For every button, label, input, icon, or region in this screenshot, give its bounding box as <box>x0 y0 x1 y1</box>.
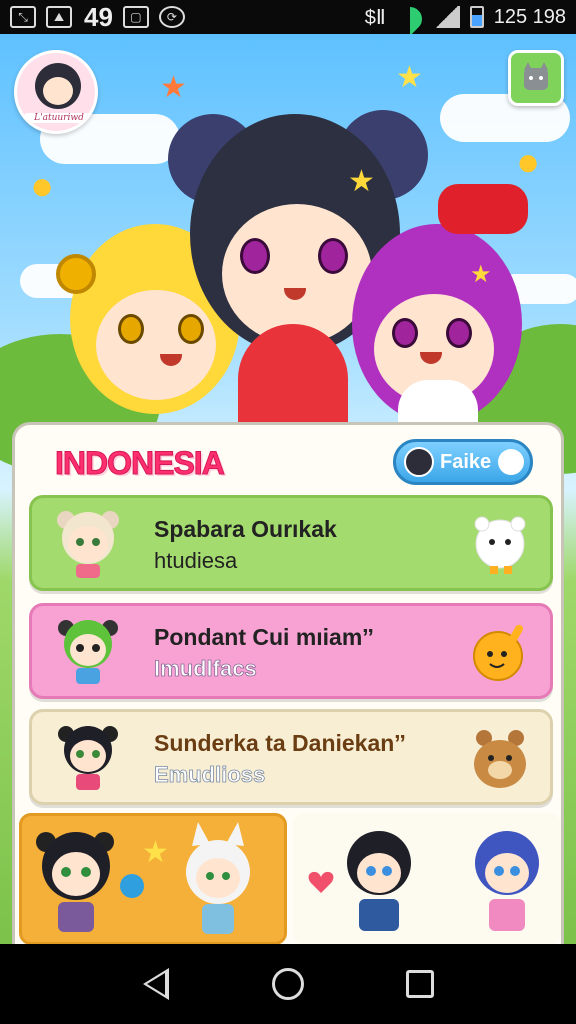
eye <box>318 238 348 274</box>
characters-group-left-icon: ★ <box>36 822 250 934</box>
back-triangle-icon <box>143 968 169 1000</box>
eye <box>178 314 204 344</box>
bear-mascot-icon <box>474 730 526 788</box>
pill-avatar-icon <box>404 447 434 477</box>
eye <box>392 318 418 348</box>
image-icon: ⛰ <box>46 6 72 28</box>
star-icon: ★ <box>396 61 423 94</box>
card-3-subtitle: Emudlioss <box>154 762 266 788</box>
characters-group-right-icon <box>308 831 539 931</box>
card-3-title: Sunderka ta Daniekanˮ <box>154 730 406 756</box>
notification-icon: ⤡ <box>10 6 36 28</box>
sync-icon: ⟳ <box>158 6 185 28</box>
orange-blob-mascot-icon <box>473 624 523 681</box>
app-screen: ★ ★ ● ● ★ ★ L'atuuriwd INDONESIA Faike S… <box>0 34 576 944</box>
signal-icon <box>433 6 460 28</box>
hair-star-icon: ★ <box>348 165 375 198</box>
sun-mascot-icon: ● <box>516 140 541 184</box>
card-2-title: Pondant Cui mıiamˮ <box>154 624 374 650</box>
status-bar: ⤡ ⛰ 49 ▢ ⟳ $Ⅱ 125 198 <box>0 0 576 34</box>
horn-ornament-icon <box>56 254 96 294</box>
card-1-title: Spabara Ourıkak <box>154 516 337 542</box>
hair-star-icon: ★ <box>470 261 492 288</box>
settings-mascot-button[interactable] <box>508 50 564 106</box>
center-face <box>222 204 372 344</box>
eye <box>446 318 472 348</box>
status-right-text: 125 198 <box>493 5 566 28</box>
menu-card-2[interactable]: Pondant Cui mıiamˮ Imudlfacs <box>29 603 553 699</box>
bear-girl-avatar-icon <box>57 511 119 578</box>
network-label: $Ⅱ <box>364 6 386 29</box>
navigation-bar <box>0 944 576 1024</box>
status-number: 49 <box>84 1 113 32</box>
back-button[interactable] <box>136 964 176 1004</box>
profile-avatar-button[interactable]: L'atuuriwd <box>14 50 98 134</box>
cat-mascot-icon <box>524 62 548 90</box>
red-bow-icon <box>438 184 528 234</box>
faike-button-label: Faike <box>440 450 492 473</box>
recents-button[interactable] <box>400 964 440 1004</box>
green-hair-avatar-icon <box>58 620 118 684</box>
wifi-icon <box>396 7 424 27</box>
faike-button[interactable]: Faike <box>393 439 533 485</box>
home-button[interactable] <box>268 964 308 1004</box>
panel-title: INDONESIA <box>55 445 226 482</box>
eye <box>118 314 144 344</box>
character-tile-right[interactable] <box>293 813 561 944</box>
home-circle-icon <box>272 968 304 1000</box>
black-hair-avatar-icon <box>58 726 118 790</box>
avatar-label: L'atuuriwd <box>23 113 95 123</box>
content-panel: INDONESIA Faike Spabara Ourıkak htudiesa <box>12 422 564 944</box>
eye <box>240 238 270 274</box>
card-2-subtitle: Imudlfacs <box>154 656 258 682</box>
ghost-mascot-icon <box>498 449 524 475</box>
sim-icon: ▢ <box>122 6 149 28</box>
recents-square-icon <box>406 970 434 998</box>
svg-text:★: ★ <box>142 835 169 870</box>
red-dress <box>238 324 348 434</box>
sun-mascot-icon: ● <box>30 164 55 208</box>
character-tile-left[interactable]: ★ <box>19 813 287 944</box>
menu-card-1[interactable]: Spabara Ourıkak htudiesa <box>29 495 553 591</box>
card-1-subtitle: htudiesa <box>154 548 238 573</box>
battery-icon <box>469 6 484 28</box>
white-cat-mascot-icon <box>474 516 526 574</box>
avatar-face <box>43 77 73 105</box>
menu-card-3[interactable]: Sunderka ta Daniekanˮ Emudlioss <box>29 709 553 805</box>
star-icon: ★ <box>160 71 187 104</box>
blonde-face <box>96 290 216 400</box>
